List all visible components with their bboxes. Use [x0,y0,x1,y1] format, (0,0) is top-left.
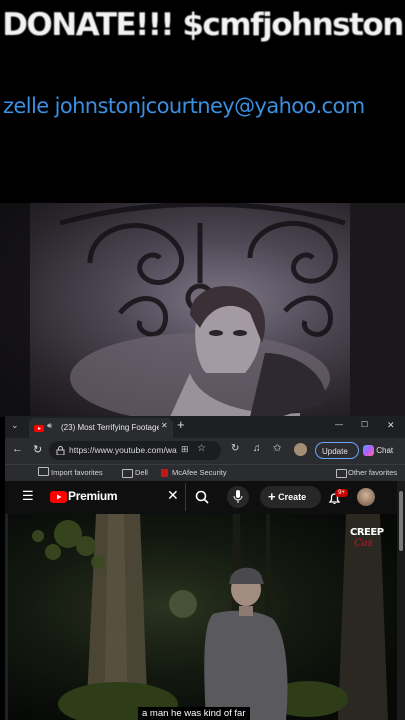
tab-youtube[interactable]: 🔊︎ (23) Most Terrifying Footage E ✕ [29,418,173,438]
copilot-icon [363,445,374,457]
browser-window: ⌄ 🔊︎ (23) Most Terrifying Footage E ✕ + … [5,416,405,720]
maximize-icon[interactable]: ☐ [361,420,368,429]
scrollbar-thumb[interactable] [399,491,403,551]
favorites-icon[interactable]: ✩ [273,443,281,454]
create-button[interactable]: + Create [260,486,321,508]
update-button[interactable]: Update ··· [315,442,359,473]
search-clear-icon[interactable]: ✕ [167,487,179,504]
youtube-header: ☰ Premium ✕ + Create 9+ [5,481,397,514]
speaker-icon[interactable]: 🔊︎ [47,421,52,431]
channel-watermark-script: Cas [354,538,373,549]
other-folder-icon [336,469,347,478]
page-scrollbar[interactable] [397,481,405,720]
back-arrow-icon[interactable]: ← [12,443,23,455]
search-icon[interactable] [195,490,209,504]
microphone-icon[interactable] [233,490,243,503]
folder-icon [122,469,133,478]
other-favorites[interactable]: Other favorites [348,465,397,481]
favorite-mcafee[interactable]: McAfee Security [172,465,227,481]
lock-icon[interactable] [56,446,65,455]
media-icon[interactable]: ♫ [253,443,261,454]
address-row: ← ↻ https://www.youtube.com/wat... ⊞ ☆ ↻… [5,438,405,473]
tab-title: (23) Most Terrifying Footage E [61,423,159,432]
plus-icon: + [268,489,276,504]
minimize-icon[interactable]: — [335,420,343,429]
window-close-icon[interactable]: ✕ [387,420,395,431]
tab-list-chevron-icon[interactable]: ⌄ [11,420,19,431]
youtube-favicon-icon [34,425,44,432]
account-avatar[interactable] [357,488,375,506]
zelle-text: zelle johnstonjcourtney@yahoo.com [3,94,365,118]
copilot-chat-button[interactable]: Chat [363,442,403,459]
favorite-dell[interactable]: Dell [135,465,148,481]
hamburger-menu-icon[interactable]: ☰ [22,488,34,504]
app-available-icon[interactable]: ⊞ [181,444,189,455]
video-caption: a man he was kind of far [138,707,250,720]
refresh-icon[interactable]: ↻ [33,443,42,456]
video-frame [32,514,388,720]
tab-close-icon[interactable]: ✕ [161,421,168,430]
channel-watermark: CREEP [350,527,384,538]
reload-extension-icon[interactable]: ↻ [231,443,239,454]
donate-banner: DONATE!!! $cmfjohnston [2,7,404,43]
url-text[interactable]: https://www.youtube.com/wat... [69,441,177,460]
chat-label: Chat [376,446,394,455]
update-label: Update [322,447,348,456]
new-tab-icon[interactable]: + [177,417,185,432]
address-bar[interactable]: https://www.youtube.com/wat... ⊞ ☆ [49,441,221,460]
tab-bar: ⌄ 🔊︎ (23) Most Terrifying Footage E ✕ + … [5,416,405,438]
youtube-logo-icon[interactable] [50,491,67,503]
notification-badge: 9+ [335,489,348,497]
favorite-star-icon[interactable]: ☆ [197,443,206,454]
profile-avatar[interactable] [294,443,307,456]
mcafee-icon [161,469,168,477]
favorite-import[interactable]: Import favorites [51,465,103,481]
create-label: Create [278,492,307,502]
favorites-bar: Import favorites Dell McAfee Security Ot… [5,464,405,481]
favorite-folder-icon [38,467,49,476]
youtube-premium-logo[interactable]: Premium [68,489,118,503]
video-player[interactable]: CREEP Cas a man he was kind of far [8,514,397,720]
webcam-scene [0,203,405,417]
webcam-feed [0,203,405,417]
search-divider [185,483,186,511]
